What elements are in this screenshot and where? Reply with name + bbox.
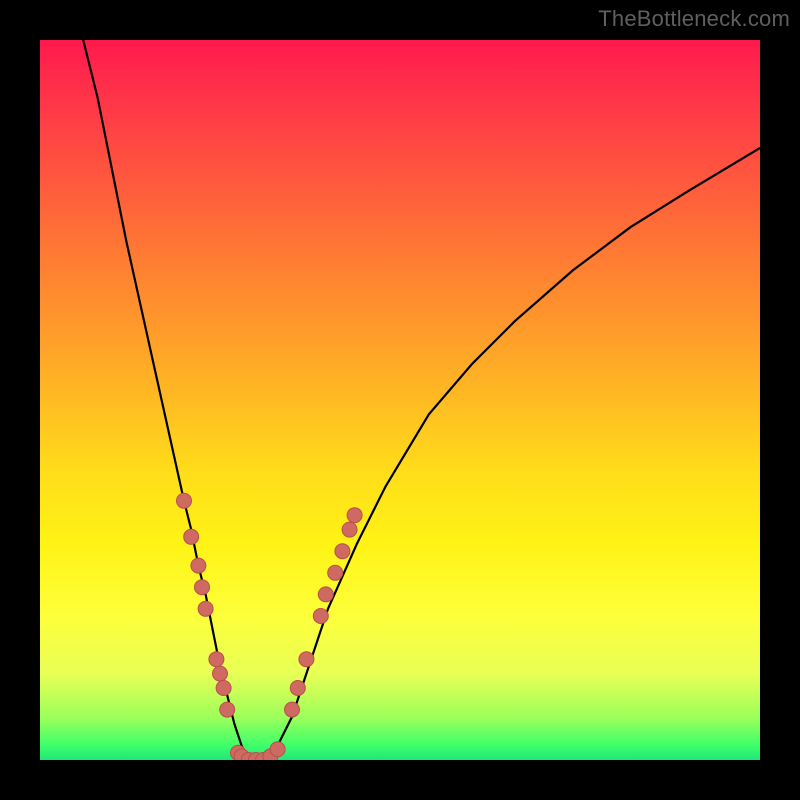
data-marker <box>213 666 228 681</box>
data-marker <box>299 652 314 667</box>
attribution-watermark: TheBottleneck.com <box>598 6 790 32</box>
plot-area <box>40 40 760 760</box>
chart-svg <box>40 40 760 760</box>
chart-frame: TheBottleneck.com <box>0 0 800 800</box>
data-marker <box>328 565 343 580</box>
data-marker <box>270 742 285 757</box>
data-marker <box>216 681 231 696</box>
data-marker <box>220 702 235 717</box>
data-marker <box>184 529 199 544</box>
data-markers <box>177 493 363 760</box>
data-marker <box>313 609 328 624</box>
data-marker <box>198 601 213 616</box>
data-marker <box>335 544 350 559</box>
data-marker <box>347 508 362 523</box>
data-marker <box>209 652 224 667</box>
data-marker <box>177 493 192 508</box>
data-marker <box>318 587 333 602</box>
data-marker <box>195 580 210 595</box>
bottleneck-curve <box>83 40 760 760</box>
data-marker <box>290 681 305 696</box>
data-marker <box>342 522 357 537</box>
data-marker <box>285 702 300 717</box>
data-marker <box>191 558 206 573</box>
